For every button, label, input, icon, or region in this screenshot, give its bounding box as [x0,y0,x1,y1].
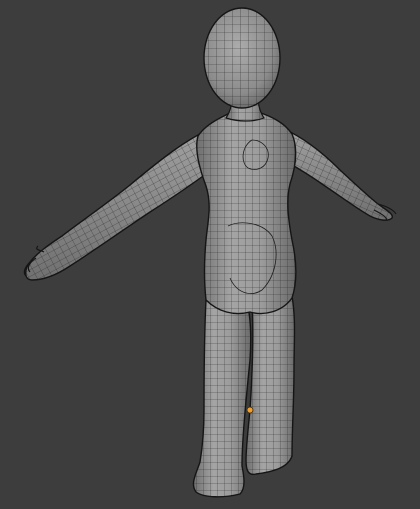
object-origin-dot[interactable] [246,406,254,414]
mesh-torso [196,111,297,315]
viewport-canvas[interactable] [0,0,420,509]
mesh-right-leg [245,295,296,476]
mesh-head [203,7,281,109]
mesh-right-arm [281,126,397,221]
mesh-left-leg [192,297,252,498]
mesh-left-arm [23,126,215,281]
3d-viewport[interactable] [0,0,420,509]
